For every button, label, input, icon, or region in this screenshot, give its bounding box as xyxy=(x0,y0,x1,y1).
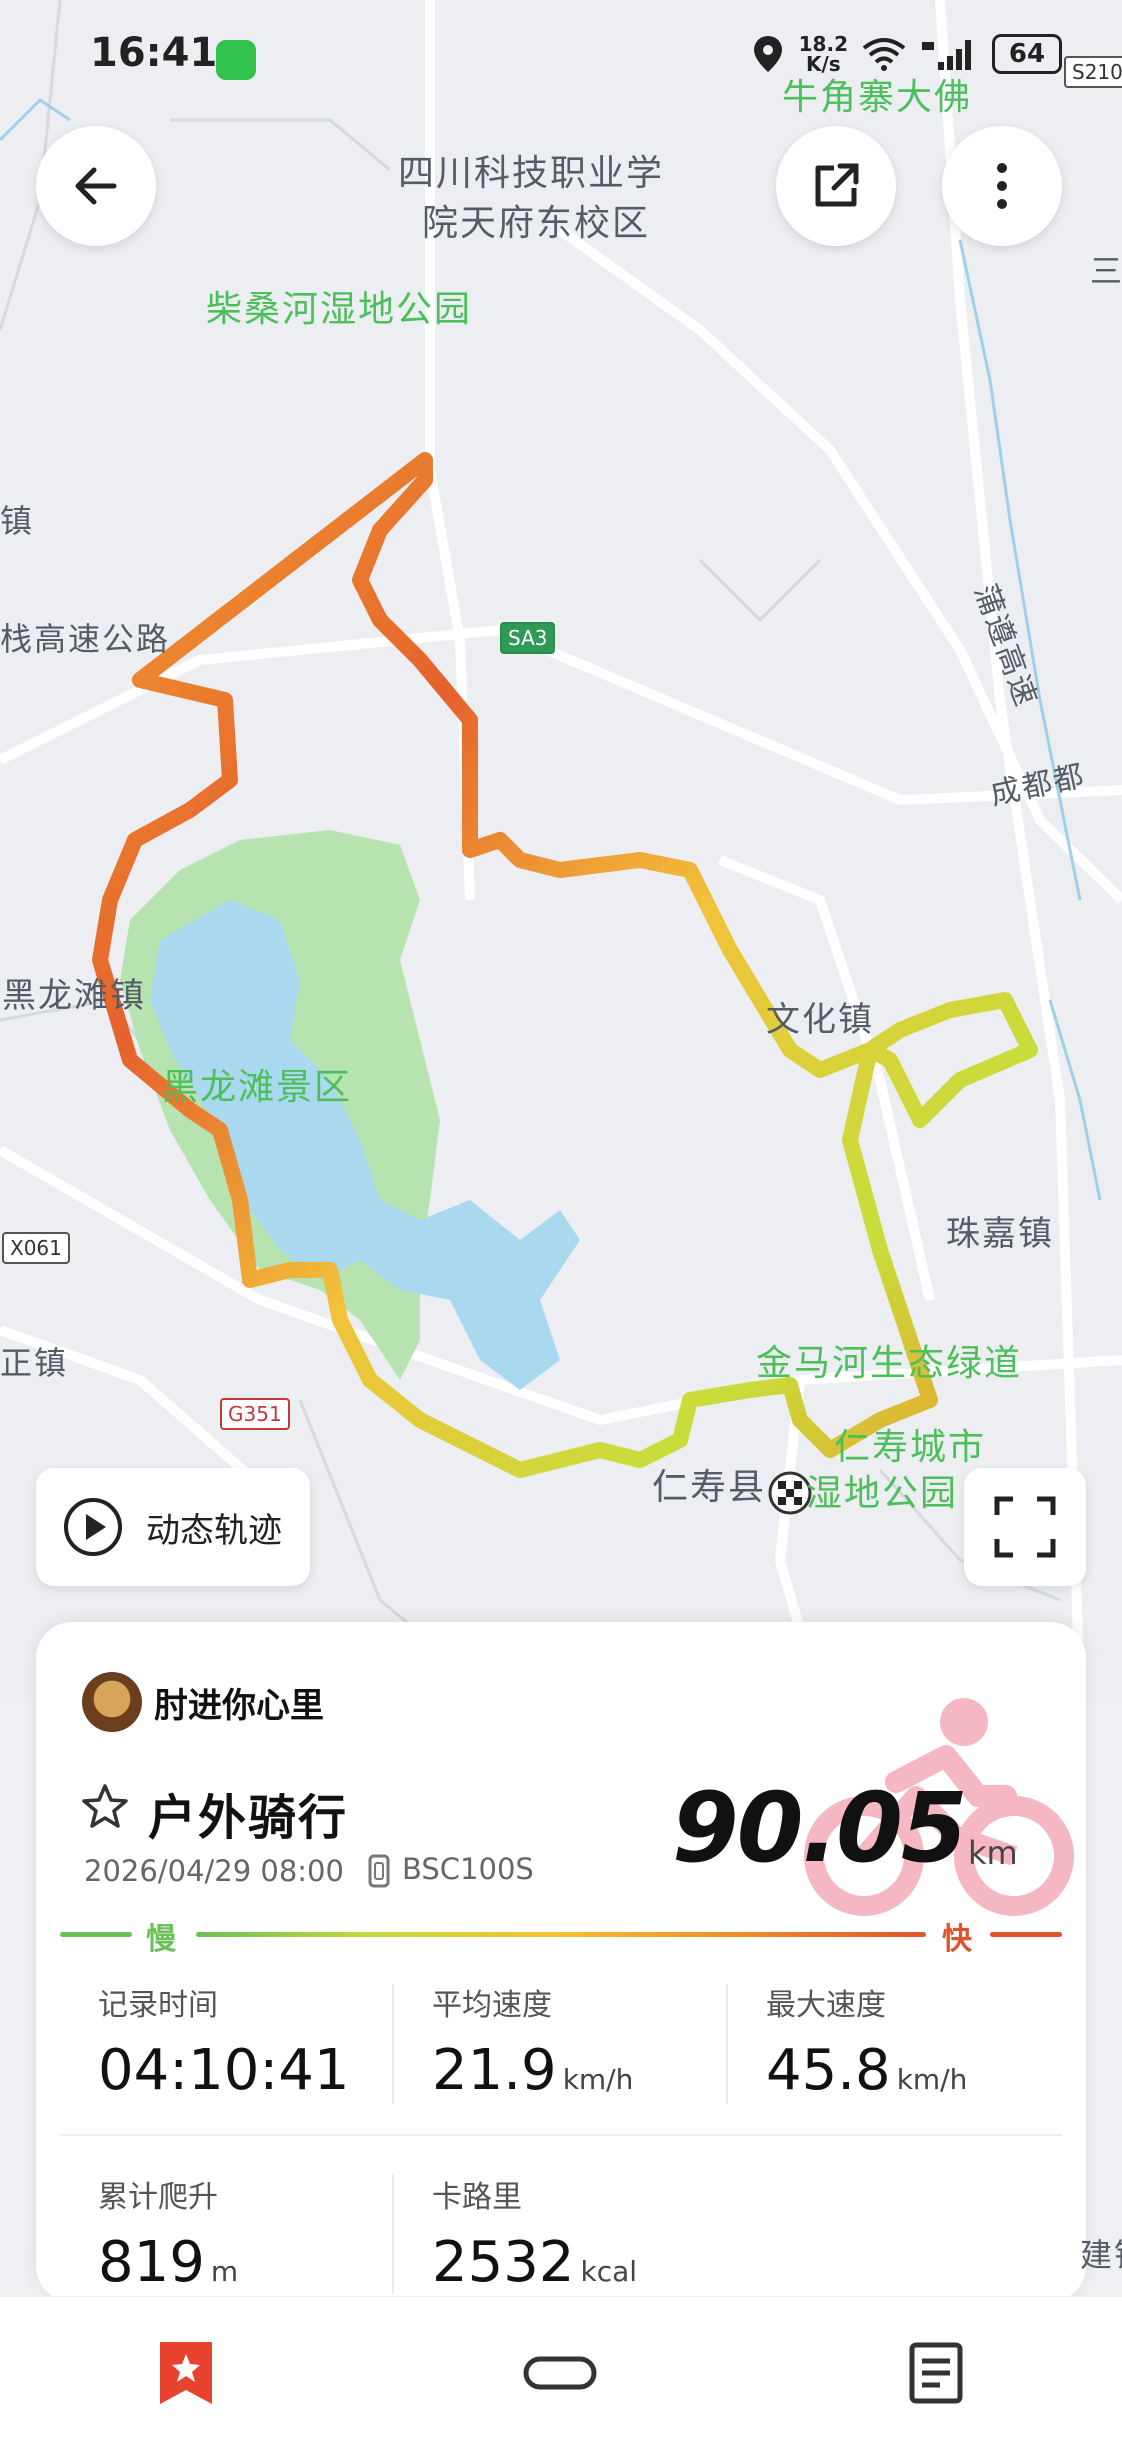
share-button[interactable] xyxy=(776,126,896,246)
user-name: 肘进你心里 xyxy=(154,1686,324,1726)
map-label-zhujia-town: 珠嘉镇 xyxy=(946,1214,1054,1254)
sport-type-title: 户外骑行 xyxy=(148,1790,349,1846)
stat-duration: 记录时间 04:10:41 xyxy=(98,1980,350,2103)
stat-divider xyxy=(392,2174,394,2294)
arrow-left-icon xyxy=(75,167,117,205)
map-label-wetland-line2: 湿地公园 xyxy=(806,1473,959,1514)
band-icon xyxy=(523,2356,597,2390)
route-map[interactable]: 牛角寨大佛 四川科技职业学 院天府东校区 柴桑河湿地公园 栈高速公路 黑龙滩镇 … xyxy=(0,0,1122,1700)
stat-avg-speed-unit: km/h xyxy=(562,2063,634,2096)
legend-fast-label: 快 xyxy=(942,1922,972,1957)
share-icon xyxy=(815,163,859,207)
map-label-heilongtan-town: 黑龙滩镇 xyxy=(2,976,146,1016)
dynamic-track-button[interactable]: 动态轨迹 xyxy=(36,1468,310,1586)
distance-unit: km xyxy=(968,1834,1018,1872)
road-shield-x061: X061 xyxy=(2,1232,70,1264)
status-time: 16:41 xyxy=(90,30,218,76)
legend-bar-slow-left xyxy=(60,1932,132,1937)
network-speed-unit: K/s xyxy=(805,52,841,76)
network-speed-value: 18.2 xyxy=(798,32,848,56)
map-label-expressway: 栈高速公路 xyxy=(0,620,171,658)
map-label-chaisanghe-park: 柴桑河湿地公园 xyxy=(206,289,473,330)
road-shield-sa3: SA3 xyxy=(500,622,556,654)
stat-avg-speed-label: 平均速度 xyxy=(432,1988,552,2023)
stat-avg-speed-value: 21.9 xyxy=(432,2038,557,2103)
stat-max-speed-row: 45.8 km/h xyxy=(766,2038,967,2103)
user-avatar[interactable] xyxy=(82,1672,142,1732)
stat-avg-speed: 平均速度 21.9 km/h xyxy=(432,1980,633,2103)
network-speed: 18.2 K/s xyxy=(799,34,848,74)
stat-divider xyxy=(726,1984,728,2104)
watch-icon xyxy=(368,1854,390,1888)
map-label-college-line2: 院天府东校区 xyxy=(422,203,651,244)
map-label-bottom-right-partial: 建镇 xyxy=(1080,2236,1122,2274)
map-label-heilongtan-scenic: 黑龙滩景区 xyxy=(162,1067,353,1108)
fullscreen-icon xyxy=(994,1496,1056,1558)
map-label-wetland-line1: 仁寿城市 xyxy=(834,1427,987,1468)
road-shield-g351: G351 xyxy=(220,1398,290,1430)
stat-max-speed-value: 45.8 xyxy=(766,2038,891,2103)
cellular-signal-icon xyxy=(922,40,971,70)
stat-calories-label: 卡路里 xyxy=(432,2180,522,2215)
stat-calories-unit: kcal xyxy=(580,2255,638,2288)
status-icons: 18.2 K/s 64 xyxy=(751,34,1062,74)
map-label-renshou-county: 仁寿县 xyxy=(652,1467,767,1508)
bookmark-star-icon xyxy=(160,2342,212,2404)
stat-duration-label: 记录时间 xyxy=(98,1988,218,2023)
map-label-wenhua-town: 文化镇 xyxy=(766,1000,874,1040)
workout-summary-card: 肘进你心里 户外骑行 2026/04/29 08:00 BSC100S 90.0… xyxy=(36,1622,1086,2302)
back-button[interactable] xyxy=(36,126,156,246)
stat-row-divider xyxy=(60,2134,1062,2136)
nav-detail-tab[interactable] xyxy=(896,2333,976,2413)
more-button[interactable] xyxy=(942,126,1062,246)
distance-value: 90.05 xyxy=(672,1772,968,1884)
stat-ascent: 累计爬升 819 m xyxy=(98,2172,238,2295)
workout-date: 2026/04/29 08:00 xyxy=(84,1854,344,1888)
map-label-left-town-partial: 镇 xyxy=(0,502,35,540)
bottom-navigation xyxy=(0,2296,1122,2442)
stat-ascent-unit: m xyxy=(210,2255,239,2288)
wechat-notification-icon xyxy=(216,40,256,80)
map-label-right-edge-partial: 三 xyxy=(1090,252,1122,290)
battery-indicator: 64 xyxy=(992,34,1062,74)
app-root: 牛角寨大佛 四川科技职业学 院天府东校区 柴桑河湿地公园 栈高速公路 黑龙滩镇 … xyxy=(0,0,1122,2442)
stat-ascent-value: 819 xyxy=(98,2230,205,2295)
stat-max-speed: 最大速度 45.8 km/h xyxy=(766,1980,967,2103)
stat-avg-speed-row: 21.9 km/h xyxy=(432,2038,633,2103)
more-vertical-icon xyxy=(997,163,1007,209)
legend-slow-label: 慢 xyxy=(146,1922,176,1957)
document-list-icon xyxy=(909,2342,963,2404)
stat-max-speed-label: 最大速度 xyxy=(766,1988,886,2023)
map-label-jinmahe-greenway: 金马河生态绿道 xyxy=(756,1343,1023,1384)
speed-color-legend: 慢 快 xyxy=(60,1914,1062,1957)
legend-gradient-bar xyxy=(196,1932,926,1937)
play-circle-icon xyxy=(64,1498,122,1556)
stat-ascent-label: 累计爬升 xyxy=(98,2180,218,2215)
map-label-college-line1: 四川科技职业学 xyxy=(398,153,665,194)
wifi-icon xyxy=(862,38,906,71)
dynamic-track-label: 动态轨迹 xyxy=(146,1510,282,1551)
fullscreen-button[interactable] xyxy=(964,1468,1086,1586)
start-finish-marker xyxy=(768,1471,812,1515)
status-bar: 16:41 18.2 K/s 64 xyxy=(0,0,1122,110)
star-outline-icon[interactable] xyxy=(80,1782,130,1832)
nav-device-tab[interactable] xyxy=(520,2333,600,2413)
device-name: BSC100S xyxy=(402,1852,534,1886)
location-icon xyxy=(753,36,782,72)
map-label-zheng-town: 正镇 xyxy=(0,1344,69,1382)
stat-calories-value: 2532 xyxy=(432,2230,575,2295)
stat-divider xyxy=(392,1984,394,2104)
stat-duration-value: 04:10:41 xyxy=(98,2038,350,2103)
stat-max-speed-unit: km/h xyxy=(896,2063,968,2096)
stat-calories: 卡路里 2532 kcal xyxy=(432,2172,637,2295)
stat-ascent-row: 819 m xyxy=(98,2230,238,2295)
legend-bar-fast-right xyxy=(990,1932,1062,1937)
nav-record-tab[interactable] xyxy=(146,2333,226,2413)
stat-calories-row: 2532 kcal xyxy=(432,2230,637,2295)
